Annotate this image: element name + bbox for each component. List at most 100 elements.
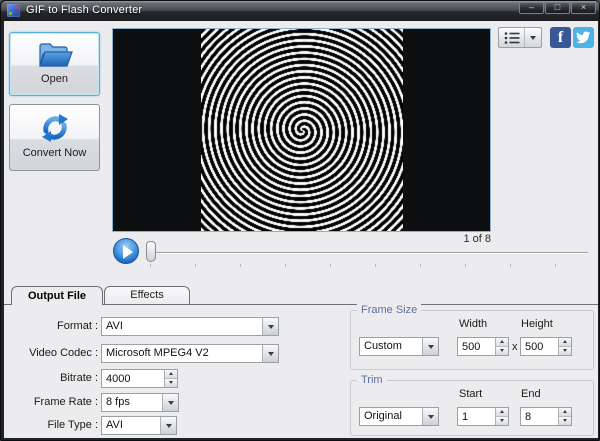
end-label: End — [521, 388, 541, 400]
end-spinner[interactable] — [520, 407, 572, 426]
start-input[interactable] — [458, 408, 494, 425]
open-button[interactable]: Open — [9, 32, 100, 96]
width-spinner[interactable] — [457, 337, 509, 356]
app-window: GIF to Flash Converter – □ × Open — [0, 0, 600, 441]
format-label: Format : — [6, 320, 98, 332]
video-codec-label: Video Codec : — [6, 347, 98, 359]
chevron-down-icon — [428, 345, 434, 349]
spin-up-button[interactable] — [559, 338, 571, 347]
video-codec-dropdown-button[interactable] — [262, 345, 278, 362]
close-button[interactable]: × — [571, 2, 596, 14]
folder-open-icon — [35, 39, 75, 71]
spin-down-button[interactable] — [496, 347, 508, 356]
tab-effects[interactable]: Effects — [104, 286, 190, 304]
multiply-sign: x — [512, 341, 518, 353]
frame-slider-thumb[interactable] — [146, 241, 156, 262]
frame-counter: 1 of 8 — [112, 233, 491, 245]
trim-preset-combobox[interactable]: Original — [359, 407, 439, 426]
list-icon — [504, 31, 520, 45]
format-value: AVI — [106, 318, 260, 335]
facebook-icon: f — [558, 27, 563, 48]
bitrate-label: Bitrate : — [6, 372, 98, 384]
height-spinner[interactable] — [520, 337, 572, 356]
file-type-combobox[interactable]: AVI — [101, 416, 177, 435]
convert-now-button[interactable]: Convert Now — [9, 104, 100, 171]
spin-down-button[interactable] — [559, 417, 571, 426]
width-input[interactable] — [458, 338, 494, 355]
frame-slider-ticks — [150, 264, 586, 267]
chevron-down-icon — [563, 419, 567, 422]
start-label: Start — [459, 388, 482, 400]
frame-rate-value: 8 fps — [106, 394, 160, 411]
start-spinner[interactable] — [457, 407, 509, 426]
playlist-dropdown-button[interactable] — [525, 28, 541, 47]
bitrate-spinner[interactable] — [101, 369, 178, 388]
frame-rate-dropdown-button[interactable] — [162, 394, 178, 411]
spin-up-button[interactable] — [496, 408, 508, 417]
frame-rate-label: Frame Rate : — [6, 396, 98, 408]
tab-output-file[interactable]: Output File — [11, 286, 103, 305]
video-codec-value: Microsoft MPEG4 V2 — [106, 345, 260, 362]
app-icon — [7, 4, 20, 17]
frame-rate-combobox[interactable]: 8 fps — [101, 393, 179, 412]
client-area: Open Convert Now 1 of 8 — [4, 21, 598, 438]
width-label: Width — [459, 318, 487, 330]
twitter-bird-icon — [576, 31, 591, 44]
minimize-button[interactable]: – — [519, 2, 544, 14]
spin-down-button[interactable] — [496, 417, 508, 426]
chevron-down-icon — [268, 325, 274, 329]
window-title: GIF to Flash Converter — [26, 4, 142, 16]
preview-viewport — [112, 28, 491, 232]
open-button-label: Open — [10, 73, 99, 90]
chevron-down-icon — [428, 415, 434, 419]
convert-sync-icon — [37, 111, 73, 145]
spin-up-button[interactable] — [165, 370, 177, 379]
chevron-down-icon — [563, 349, 567, 352]
bitrate-spin-buttons — [164, 370, 177, 387]
file-type-dropdown-button[interactable] — [160, 417, 176, 434]
playlist-button[interactable] — [499, 28, 525, 47]
chevron-up-icon — [169, 372, 173, 375]
preview-frame-canvas — [201, 29, 403, 231]
maximize-button[interactable]: □ — [545, 2, 570, 14]
spin-down-button[interactable] — [165, 379, 177, 388]
play-button[interactable] — [113, 238, 139, 264]
convert-button-label: Convert Now — [10, 147, 99, 164]
trim-preset-value: Original — [364, 408, 420, 425]
play-icon — [123, 245, 133, 259]
chevron-down-icon — [168, 401, 174, 405]
video-codec-combobox[interactable]: Microsoft MPEG4 V2 — [101, 344, 279, 363]
facebook-button[interactable]: f — [550, 27, 571, 48]
frame-size-group-title: Frame Size — [357, 304, 421, 316]
spin-up-button[interactable] — [496, 338, 508, 347]
chevron-down-icon — [530, 36, 536, 40]
frame-size-preset-combobox[interactable]: Custom — [359, 337, 439, 356]
chevron-down-icon — [500, 349, 504, 352]
spin-up-button[interactable] — [559, 408, 571, 417]
bitrate-input[interactable] — [102, 370, 163, 387]
twitter-button[interactable] — [573, 27, 594, 48]
spin-down-button[interactable] — [559, 347, 571, 356]
format-dropdown-button[interactable] — [262, 318, 278, 335]
height-input[interactable] — [521, 338, 557, 355]
end-input[interactable] — [521, 408, 557, 425]
chevron-down-icon — [500, 419, 504, 422]
trim-group-title: Trim — [357, 374, 387, 386]
frame-slider-track[interactable] — [147, 252, 588, 254]
height-label: Height — [521, 318, 553, 330]
title-bar[interactable]: GIF to Flash Converter – □ × — [1, 1, 600, 21]
window-controls: – □ × — [519, 2, 596, 14]
file-type-label: File Type : — [6, 419, 98, 431]
chevron-down-icon — [169, 381, 173, 384]
chevron-down-icon — [268, 352, 274, 356]
trim-dropdown-button[interactable] — [422, 408, 438, 425]
chevron-up-icon — [563, 410, 567, 413]
frame-size-dropdown-button[interactable] — [422, 338, 438, 355]
chevron-up-icon — [500, 340, 504, 343]
playlist-split-button[interactable] — [498, 27, 542, 48]
chevron-up-icon — [563, 340, 567, 343]
format-combobox[interactable]: AVI — [101, 317, 279, 336]
frame-size-preset-value: Custom — [364, 338, 420, 355]
file-type-value: AVI — [106, 417, 158, 434]
chevron-up-icon — [500, 410, 504, 413]
